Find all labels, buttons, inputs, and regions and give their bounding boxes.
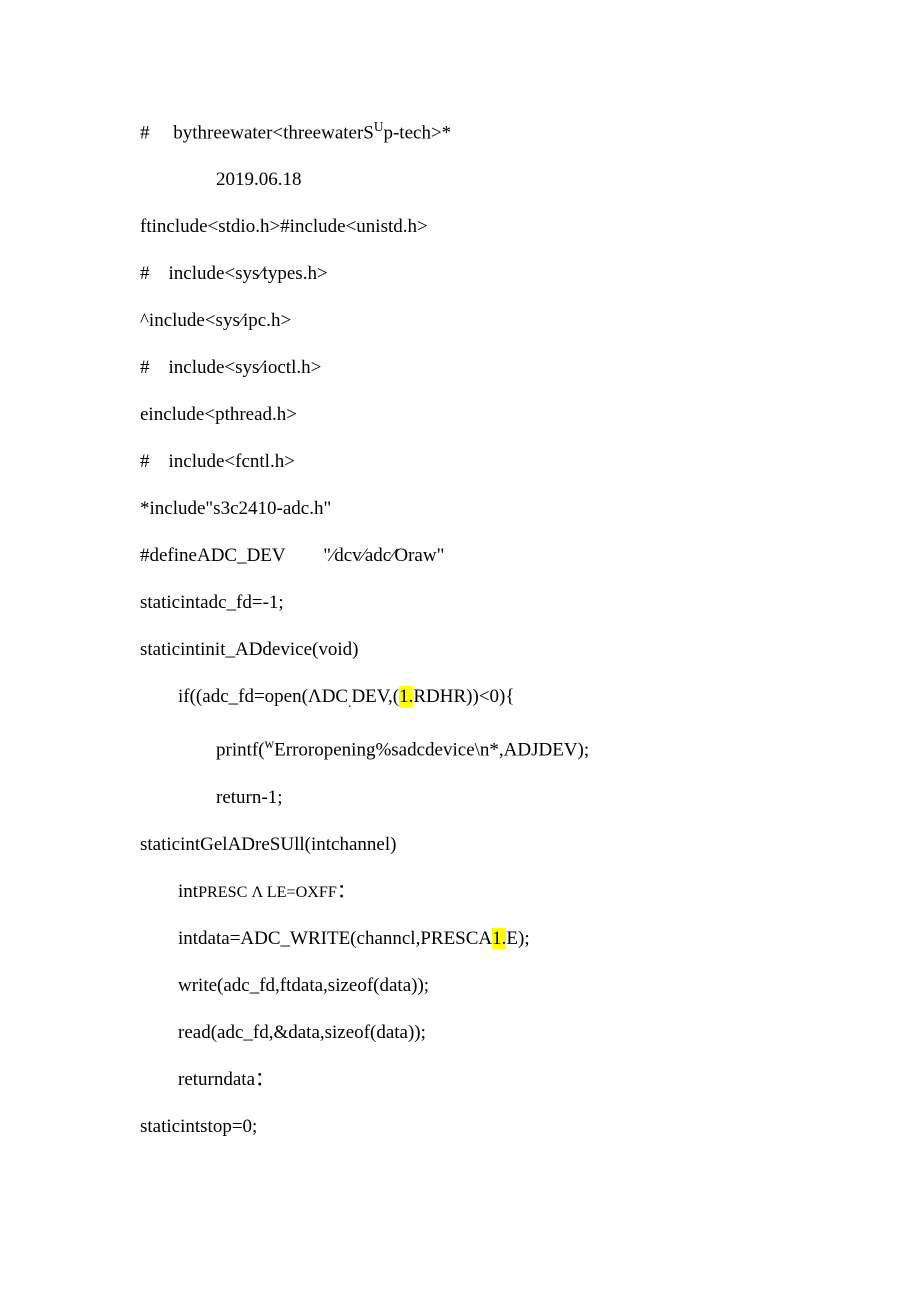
text-run: ftinclude<stdio.h>#include<unistd.h> [140,216,428,237]
text-run: staticintGelADreSUll(intchannel) [140,834,396,855]
code-line: write(adc_fd,ftdata,sizeof(data)); [140,976,780,995]
document-page: # bythreewater<threewaterSUp-tech>* 2019.… [0,0,920,1244]
code-line: printf(wErroropening%sadcdevice\n*,ADJDE… [140,737,780,759]
text-run: # bythreewater<threewaterS [140,122,374,143]
text-run: staticintadc_fd=-1; [140,592,284,613]
code-line: # bythreewater<threewaterSUp-tech>* [140,120,780,142]
code-line: staticintstop=0; [140,1117,780,1136]
code-line: ^include<sys⁄ipc.h> [140,311,780,330]
text-run: # include<sys⁄types.h> [140,263,328,284]
code-line: # include<sys⁄ioctl.h> [140,358,780,377]
text-run: staticintstop=0; [140,1116,257,1137]
text-run: printf( [216,740,265,761]
text-run: read(adc_fd,&data,sizeof(data)); [178,1022,426,1043]
text-run: ： [337,881,356,902]
text-run: Erroropening%sadcdevice\n*,ADJDEV); [274,740,589,761]
code-line: returndata： [140,1070,780,1089]
text-run: # include<sys⁄ioctl.h> [140,357,321,378]
code-line: # include<fcntl.h> [140,452,780,471]
code-line: staticintGelADreSUll(intchannel) [140,835,780,854]
text-run: int [178,881,198,902]
text-run: DEV,( [351,686,399,707]
text-run: return-1; [216,787,282,808]
code-line: intPRESC Λ LE=OXFF： [140,882,780,901]
text-run: einclude<pthread.h> [140,404,297,425]
code-line: if((adc_fd=open(ΛDC.DEV,(1.RDHR))<0){ [140,687,780,709]
text-run: intdata=ADC_WRITE(channcl,PRESCA [178,928,492,949]
code-line: ftinclude<stdio.h>#include<unistd.h> [140,217,780,236]
text-run: 1. [399,686,413,707]
code-line: einclude<pthread.h> [140,405,780,424]
code-line: *include"s3c2410-adc.h" [140,499,780,518]
text-run: *include"s3c2410-adc.h" [140,498,331,519]
text-run: returndata： [178,1069,274,1090]
code-line: staticintadc_fd=-1; [140,593,780,612]
text-run: 1. [492,928,506,949]
text-run: staticintinit_ADdevice(void) [140,639,358,660]
code-line: staticintinit_ADdevice(void) [140,640,780,659]
code-line: intdata=ADC_WRITE(channcl,PRESCA1.E); [140,929,780,948]
text-run: w [265,736,275,751]
text-run: RDHR))<0){ [413,686,514,707]
text-run: 2019.06.18 [216,169,302,190]
text-run: ^include<sys⁄ipc.h> [140,310,291,331]
text-run: E); [506,928,529,949]
text-run: # include<fcntl.h> [140,451,295,472]
code-line: # include<sys⁄types.h> [140,264,780,283]
text-run: p-tech>* [383,122,451,143]
code-line: #defineADC_DEV "⁄dcv⁄adc⁄Oraw" [140,546,780,565]
text-run: write(adc_fd,ftdata,sizeof(data)); [178,975,429,996]
code-line: return-1; [140,788,780,807]
code-line: 2019.06.18 [140,170,780,189]
text-run: #defineADC_DEV "⁄dcv⁄adc⁄Oraw" [140,545,444,566]
text-run: if((adc_fd=open(ΛDC [178,686,348,707]
code-line: read(adc_fd,&data,sizeof(data)); [140,1023,780,1042]
text-run: PRESC Λ LE=OXFF [198,884,337,901]
